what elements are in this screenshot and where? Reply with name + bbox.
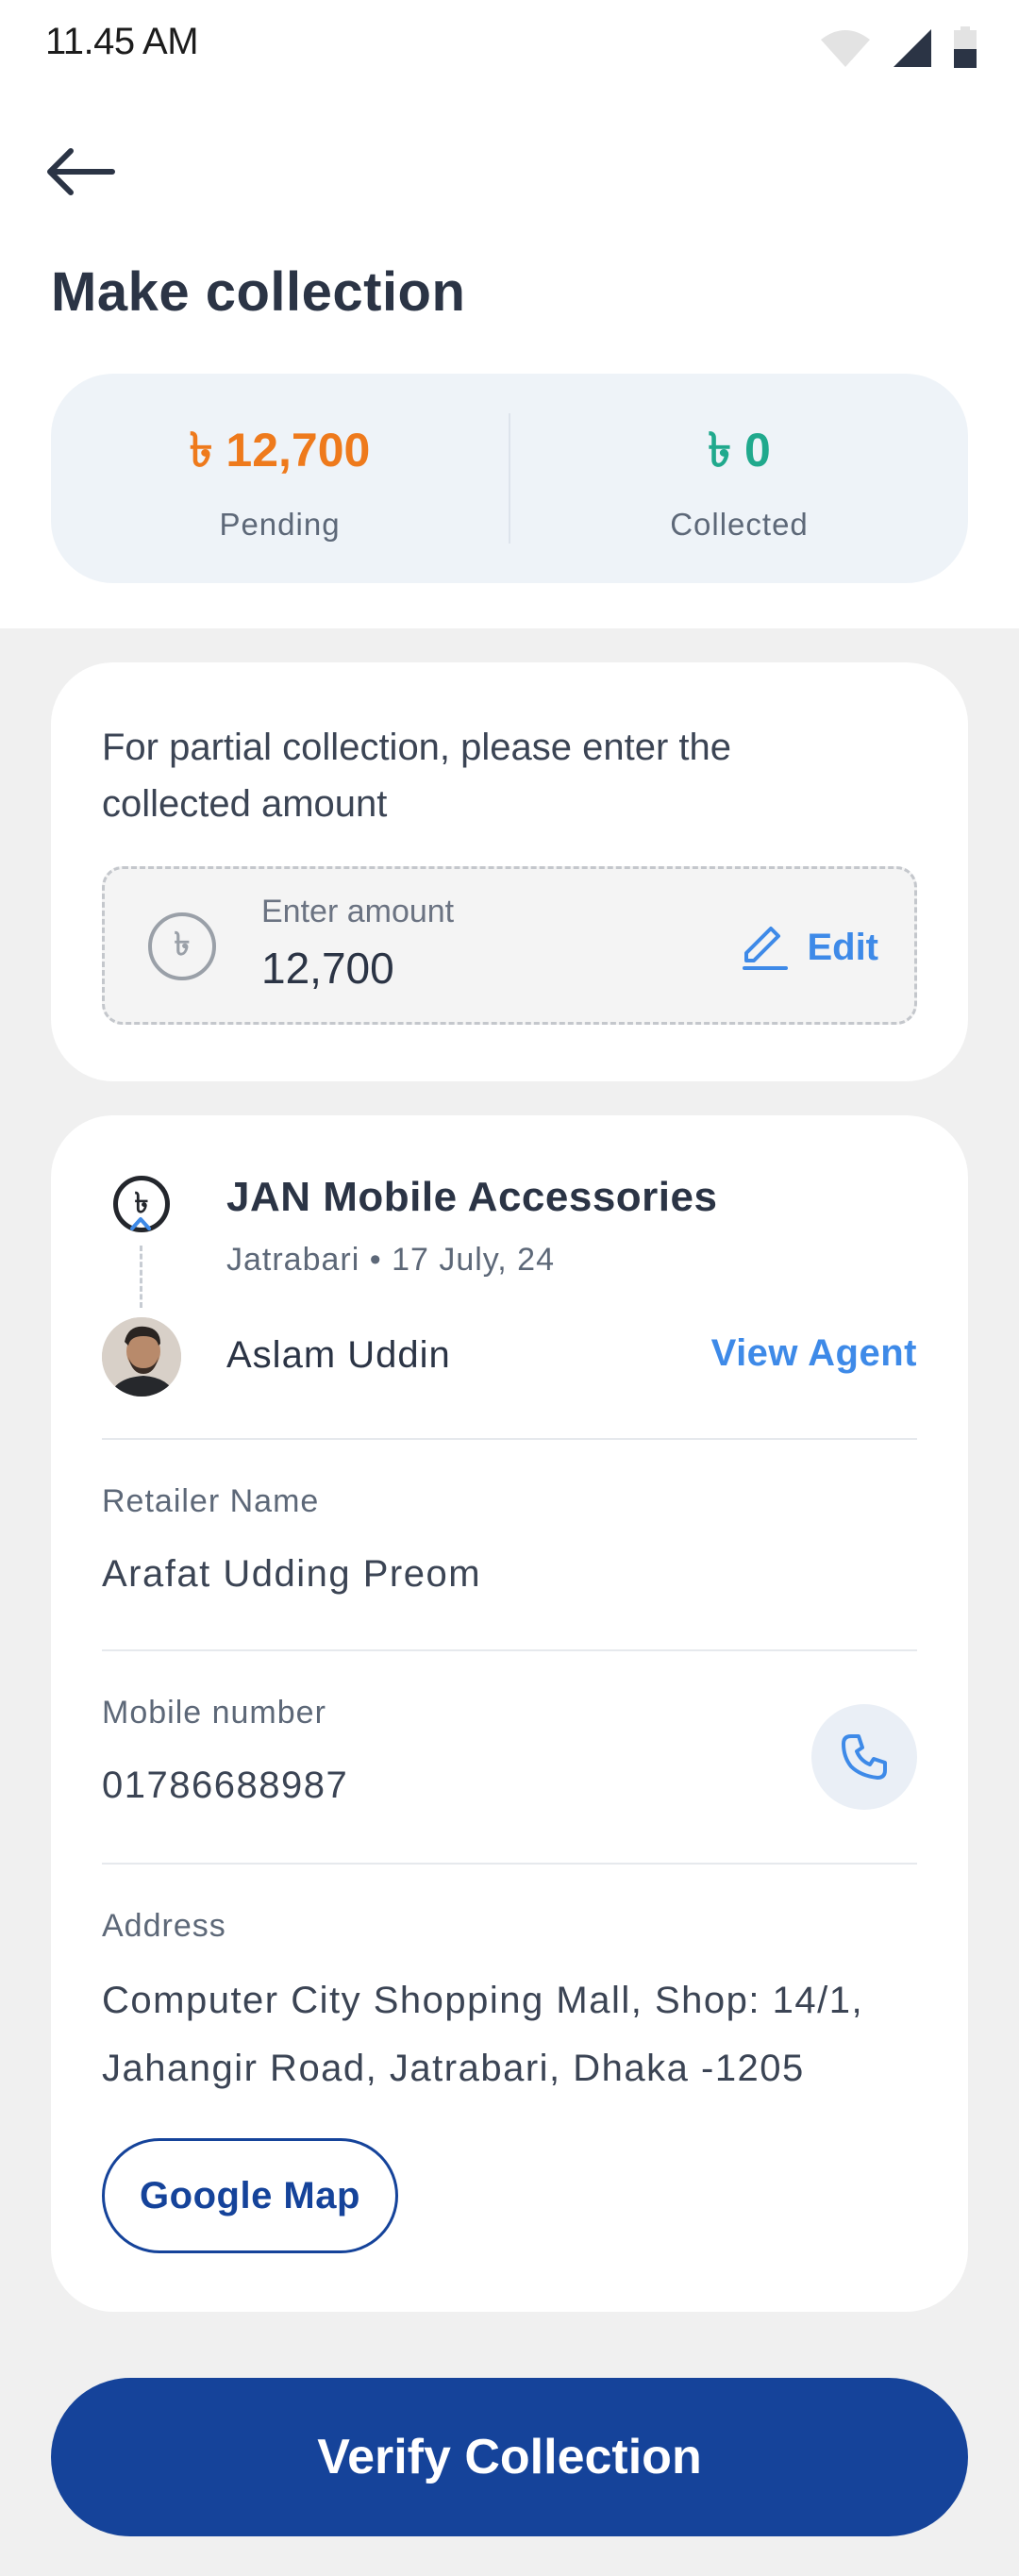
divider (102, 1863, 917, 1865)
chevron-up-icon (130, 1217, 151, 1230)
pending-label: Pending (219, 506, 341, 542)
google-map-button[interactable]: Google Map (102, 2138, 398, 2253)
timeline-connector (140, 1246, 142, 1308)
address-label: Address (102, 1908, 226, 1944)
divider (102, 1649, 917, 1651)
pending-amount: ৳ 12,700 (189, 423, 371, 477)
status-icons (819, 25, 977, 68)
edit-label: Edit (807, 926, 878, 968)
collected-summary: ৳ 0 Collected (510, 374, 968, 583)
partial-collection-card: For partial collection, please enter the… (51, 662, 968, 1081)
amount-value[interactable]: 12,700 (261, 943, 394, 994)
edit-button[interactable]: Edit (741, 918, 878, 977)
header-area: 11.45 AM Make collection ৳ 12,700 Pendin… (0, 0, 1019, 628)
summary-card: ৳ 12,700 Pending ৳ 0 Collected (51, 374, 968, 583)
agent-name: Aslam Uddin (226, 1334, 451, 1376)
phone-icon (842, 1734, 887, 1780)
collected-amount: ৳ 0 (708, 423, 771, 477)
battery-icon (954, 26, 977, 68)
status-time: 11.45 AM (45, 21, 199, 62)
taka-icon: ৳ (148, 912, 216, 980)
signal-icon (894, 29, 931, 67)
retailer-name-label: Retailer Name (102, 1483, 320, 1519)
page-title: Make collection (51, 261, 466, 323)
address-value: Computer City Shopping Mall, Shop: 14/1,… (102, 1980, 864, 2089)
amount-input[interactable]: ৳ Enter amount 12,700 Edit (102, 866, 917, 1025)
wifi-icon (821, 30, 870, 67)
mobile-number-label: Mobile number (102, 1695, 326, 1731)
view-agent-link[interactable]: View Agent (711, 1332, 917, 1375)
amount-placeholder: Enter amount (261, 894, 455, 929)
call-button[interactable] (811, 1704, 917, 1810)
shop-meta: Jatrabari • 17 July, 24 (226, 1242, 555, 1278)
partial-instruction: For partial collection, please enter the… (102, 727, 732, 825)
retailer-details-card: ৳ JAN Mobile Accessories Jatrabari • 17 … (51, 1115, 968, 2312)
verify-collection-button[interactable]: Verify Collection (51, 2378, 968, 2536)
back-button[interactable] (38, 132, 123, 211)
back-arrow-icon (47, 148, 115, 195)
divider (102, 1438, 917, 1440)
shop-name: JAN Mobile Accessories (226, 1174, 718, 1220)
collected-label: Collected (670, 506, 809, 542)
status-bar: 11.45 AM (0, 0, 1019, 91)
edit-pencil-icon (743, 927, 789, 970)
retailer-name-value: Arafat Udding Preom (102, 1553, 482, 1595)
pending-summary: ৳ 12,700 Pending (51, 374, 509, 583)
avatar (102, 1317, 181, 1397)
mobile-number-value: 01786688987 (102, 1765, 349, 1806)
